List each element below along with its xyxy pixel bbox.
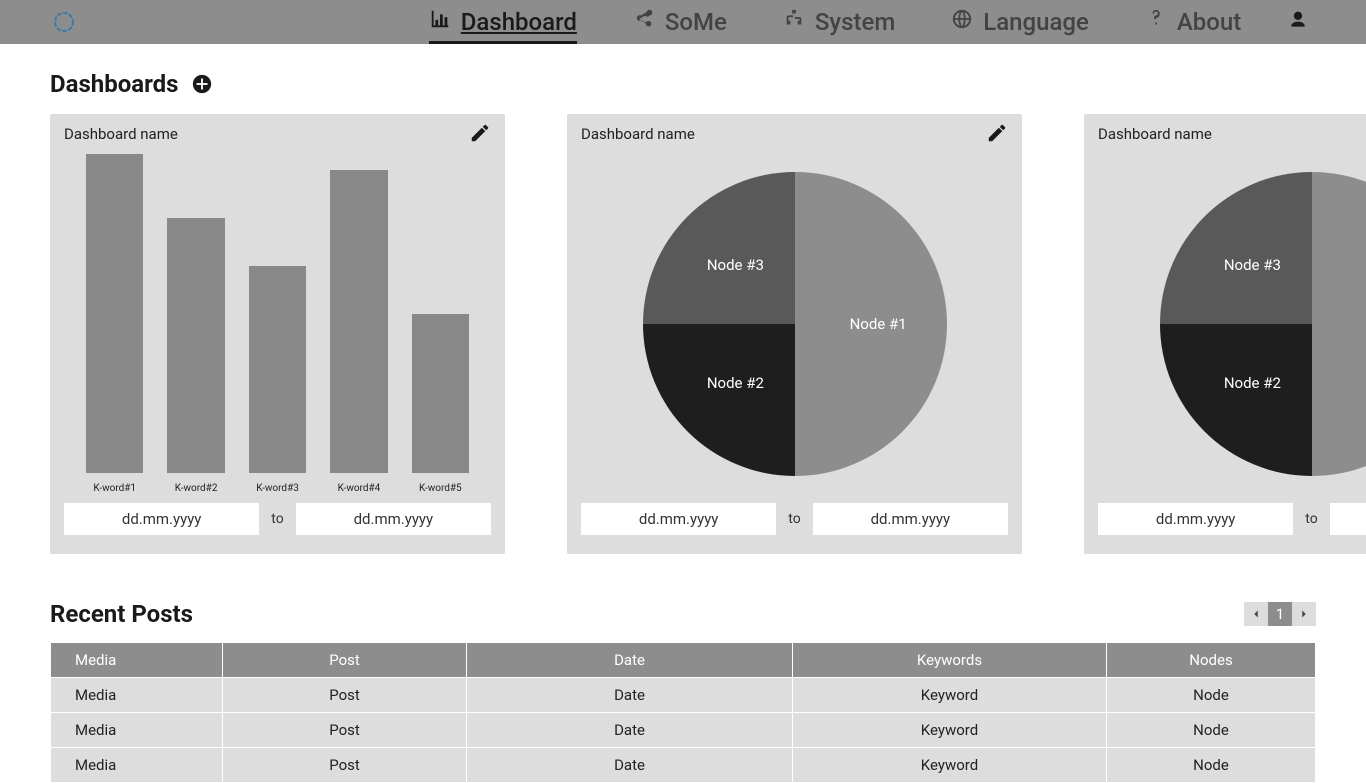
cell-node: Node	[1107, 748, 1316, 783]
bar-label: K-word#1	[86, 483, 143, 494]
bar-label: K-word#3	[249, 483, 306, 494]
nav-label: SoMe	[665, 8, 727, 36]
nav-about[interactable]: About	[1145, 0, 1241, 44]
cell-post: Post	[223, 748, 467, 783]
main-nav: Dashboard SoMe System Language About	[149, 0, 1241, 44]
globe-icon	[951, 8, 973, 36]
pager-current-page: 1	[1268, 602, 1292, 626]
col-date: Date	[467, 643, 793, 678]
date-to-label: to	[271, 511, 283, 527]
section-title-text: Dashboards	[50, 70, 179, 98]
cell-media: Media	[51, 678, 223, 713]
sitemap-icon	[783, 8, 805, 36]
edit-card-button[interactable]	[469, 122, 491, 148]
topbar: Dashboard SoMe System Language About	[0, 0, 1366, 44]
date-to-input[interactable]: dd.mm.yyyy	[813, 503, 1008, 535]
card-title: Dashboard name	[1098, 125, 1212, 143]
nav-dashboard[interactable]: Dashboard	[429, 0, 577, 44]
user-icon[interactable]	[1288, 10, 1308, 34]
pagination: 1	[1244, 602, 1316, 626]
date-from-text: dd.mm.yyyy	[639, 510, 719, 528]
pie-slice-label: Node #1	[850, 315, 907, 333]
bar	[86, 154, 143, 473]
date-to-text: dd.mm.yyyy	[871, 510, 951, 528]
bar-label: K-word#4	[330, 483, 387, 494]
recent-posts-table: Media Post Date Keywords Nodes MediaPost…	[50, 642, 1316, 783]
card-title: Dashboard name	[581, 125, 695, 143]
date-from-text: dd.mm.yyyy	[122, 510, 202, 528]
add-dashboard-button[interactable]	[191, 73, 213, 95]
section-title-text: Recent Posts	[50, 600, 193, 628]
nav-label: System	[815, 8, 895, 36]
nav-label: About	[1177, 8, 1241, 36]
pie-chart: Node #1Node #2Node #3	[1160, 172, 1366, 476]
nav-some[interactable]: SoMe	[633, 0, 727, 44]
col-keywords: Keywords	[793, 643, 1107, 678]
date-to-label: to	[1305, 511, 1317, 527]
dashboard-card: Dashboard name Node #1 Node #2 Node #3 dd.…	[567, 114, 1022, 554]
pie-slice-label: Node #2	[1224, 374, 1281, 392]
cell-date: Date	[467, 713, 793, 748]
question-icon	[1145, 8, 1167, 36]
table-row[interactable]: MediaPostDateKeywordNode	[51, 713, 1316, 748]
nav-label: Language	[983, 8, 1089, 36]
dashboard-card: Dashboard name K-word#1K-word#2K-word#3K…	[50, 114, 505, 554]
nav-language[interactable]: Language	[951, 0, 1089, 44]
table-header-row: Media Post Date Keywords Nodes	[51, 643, 1316, 678]
date-from-input[interactable]: dd.mm.yyyy	[581, 503, 776, 535]
bar-label: K-word#5	[412, 483, 469, 494]
dashboard-cards-row: Dashboard name K-word#1K-word#2K-word#3K…	[50, 114, 1366, 554]
cell-media: Media	[51, 713, 223, 748]
date-to-input[interactable]: dd.mm.yyyy	[1330, 503, 1366, 535]
cell-keyword: Keyword	[793, 678, 1107, 713]
date-to-text: dd.mm.yyyy	[354, 510, 434, 528]
date-from-text: dd.mm.yyyy	[1156, 510, 1236, 528]
bar	[412, 314, 469, 474]
nav-label: Dashboard	[461, 8, 577, 36]
bar-label: K-word#2	[167, 483, 224, 494]
cell-date: Date	[467, 748, 793, 783]
dashboards-heading: Dashboards	[50, 70, 1366, 98]
cell-post: Post	[223, 713, 467, 748]
date-to-input[interactable]: dd.mm.yyyy	[296, 503, 491, 535]
cell-node: Node	[1107, 678, 1316, 713]
recent-posts-heading: Recent Posts	[50, 600, 193, 628]
dashboard-card: Dashboard name Node #1Node #2Node #3 dd.…	[1084, 114, 1366, 554]
pie-slice-label: Node #3	[707, 256, 764, 274]
pie-chart: Node #1 Node #2 Node #3	[643, 172, 947, 476]
date-from-input[interactable]: dd.mm.yyyy	[1098, 503, 1293, 535]
cell-node: Node	[1107, 713, 1316, 748]
card-title: Dashboard name	[64, 125, 178, 143]
table-row[interactable]: MediaPostDateKeywordNode	[51, 748, 1316, 783]
edit-card-button[interactable]	[986, 122, 1008, 148]
bar	[167, 218, 224, 473]
bar-chart: K-word#1 K-word#2 K-word#3 K-word#4 K-word#5	[78, 154, 477, 494]
bar	[249, 266, 306, 473]
app-logo	[52, 10, 76, 34]
date-to-label: to	[788, 511, 800, 527]
bar-chart-icon	[429, 8, 451, 36]
cell-keyword: Keyword	[793, 713, 1107, 748]
nav-system[interactable]: System	[783, 0, 895, 44]
cell-media: Media	[51, 748, 223, 783]
date-from-input[interactable]: dd.mm.yyyy	[64, 503, 259, 535]
cell-post: Post	[223, 678, 467, 713]
col-post: Post	[223, 643, 467, 678]
pie-slice-label: Node #3	[1224, 256, 1281, 274]
share-icon	[633, 8, 655, 36]
pager-prev-button[interactable]	[1244, 602, 1268, 626]
col-nodes: Nodes	[1107, 643, 1316, 678]
col-media: Media	[51, 643, 223, 678]
pie-slice-label: Node #2	[707, 374, 764, 392]
table-row[interactable]: MediaPostDateKeywordNode	[51, 678, 1316, 713]
bar	[330, 170, 387, 473]
cell-date: Date	[467, 678, 793, 713]
pager-next-button[interactable]	[1292, 602, 1316, 626]
cell-keyword: Keyword	[793, 748, 1107, 783]
